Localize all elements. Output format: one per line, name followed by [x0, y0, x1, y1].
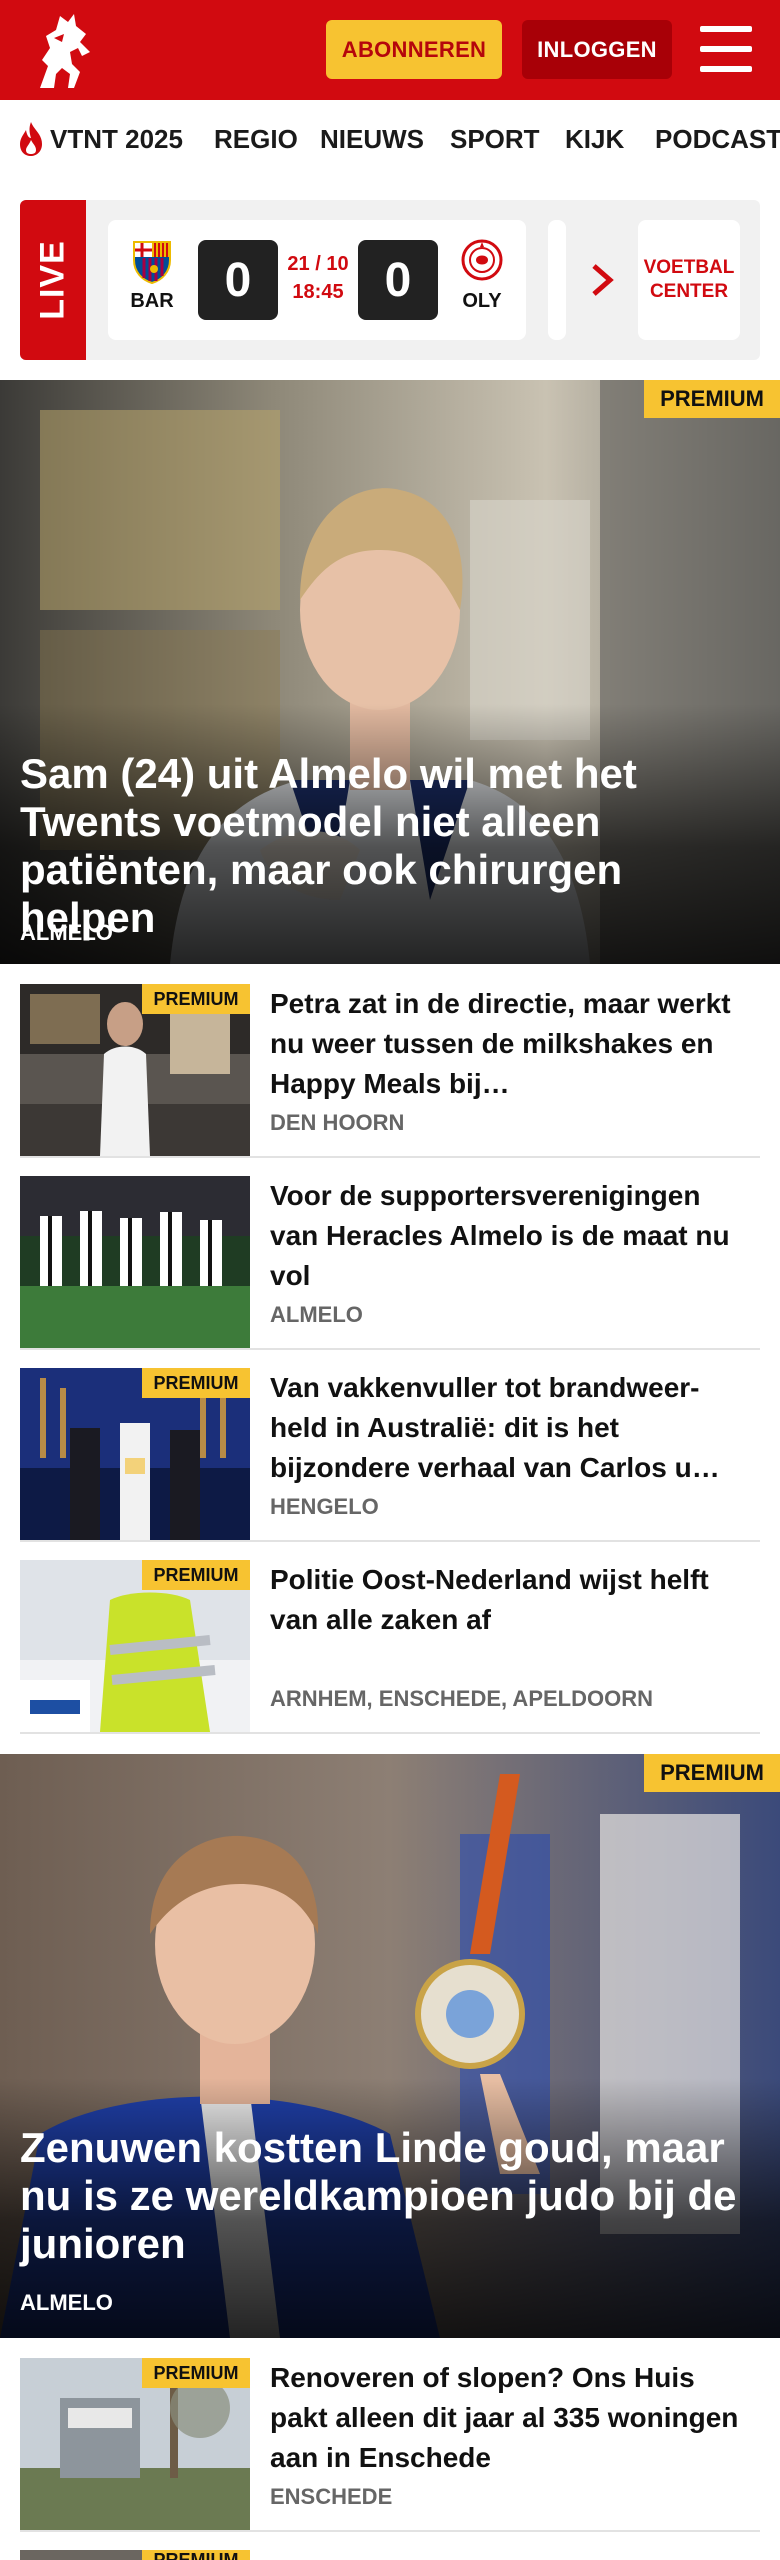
- article-title[interactable]: Politie Oost-Nederland wijst helft van a…: [270, 1560, 750, 1680]
- away-club: OLY: [452, 238, 512, 313]
- article-title[interactable]: Voor de supportersverenigingen van Herac…: [270, 1176, 750, 1296]
- premium-badge: PREMIUM: [142, 1560, 250, 1590]
- nav-item-vtnt[interactable]: VTNT 2025: [50, 124, 183, 155]
- match-card[interactable]: BAR 0 21 / 10 18:45 0 OLY: [108, 220, 526, 340]
- barcelona-crest-icon: [130, 238, 174, 285]
- live-scores-strip: LIVE BAR 0 21 / 10 18:45 0 OLY VOETBAL C…: [20, 200, 760, 360]
- home-score: 0: [198, 240, 278, 320]
- premium-badge: PREMIUM: [142, 1368, 250, 1398]
- article-item[interactable]: PREMIUM Renoveren of slopen? Ons Huis pa…: [20, 2358, 760, 2532]
- hero-article-1[interactable]: PREMIUM Sam (24) uit Almelo wil met het …: [0, 380, 780, 964]
- subscribe-button[interactable]: ABONNEREN: [326, 20, 502, 79]
- premium-badge: PREMIUM: [142, 2550, 250, 2560]
- nav-item-sport[interactable]: SPORT: [450, 124, 540, 155]
- premium-badge: PREMIUM: [142, 984, 250, 1014]
- login-button[interactable]: INLOGGEN: [522, 20, 672, 79]
- hero-article-2[interactable]: PREMIUM Zenuwen kostten Linde goud, maar…: [0, 1754, 780, 2338]
- article-item[interactable]: Voor de supportersverenigingen van Herac…: [20, 1176, 760, 1350]
- flame-icon: [16, 120, 46, 158]
- chevron-right-icon[interactable]: [588, 262, 618, 298]
- article-location: ENSCHEDE: [270, 2484, 393, 2509]
- hero-title[interactable]: Sam (24) uit Almelo wil met het Twents v…: [20, 750, 760, 942]
- article-thumbnail: [20, 1176, 250, 1348]
- away-score: 0: [358, 240, 438, 320]
- article-item[interactable]: PREMIUM Van vakkenvuller tot brandweer-h…: [20, 1368, 760, 1542]
- live-badge: LIVE: [20, 200, 86, 360]
- premium-badge: PREMIUM: [142, 2358, 250, 2388]
- next-match-card[interactable]: [548, 220, 566, 340]
- article-item[interactable]: PREMIUM: [20, 2550, 760, 2560]
- home-club: BAR: [122, 238, 182, 313]
- article-location: ARNHEM, ENSCHEDE, APELDOORN: [270, 1686, 653, 1711]
- article-location: DEN HOORN: [270, 1110, 405, 1135]
- article-item[interactable]: PREMIUM Politie Oost-Nederland wijst hel…: [20, 1560, 760, 1734]
- top-bar: ABONNEREN INLOGGEN: [0, 0, 780, 100]
- main-navigation: VTNT 2025 REGIO NIEUWS SPORT KIJK PODCAS…: [0, 100, 780, 178]
- tubantia-horse-logo[interactable]: [20, 8, 110, 92]
- premium-badge: PREMIUM: [644, 380, 780, 418]
- article-location: ALMELO: [270, 1302, 363, 1327]
- article-title[interactable]: Petra zat in de directie, maar werkt nu …: [270, 984, 750, 1104]
- article-title[interactable]: Renoveren of slopen? Ons Huis pakt allee…: [270, 2358, 750, 2478]
- voetbal-center-link[interactable]: VOETBAL CENTER: [638, 220, 740, 340]
- hero-location: ALMELO: [20, 2290, 113, 2315]
- premium-badge: PREMIUM: [644, 1754, 780, 1792]
- nav-item-regio[interactable]: REGIO: [214, 124, 298, 155]
- match-datetime: 21 / 10 18:45: [287, 253, 349, 303]
- article-title[interactable]: Van vakkenvuller tot brandweer-held in A…: [270, 1368, 750, 1488]
- hero-title[interactable]: Zenuwen kostten Linde goud, maar nu is z…: [20, 2124, 760, 2268]
- nav-item-nieuws[interactable]: NIEUWS: [320, 124, 424, 155]
- nav-item-podcast[interactable]: PODCAST: [655, 124, 780, 155]
- article-location: HENGELO: [270, 1494, 379, 1519]
- menu-icon[interactable]: [700, 24, 752, 74]
- nav-item-kijk[interactable]: KIJK: [565, 124, 624, 155]
- hero-location: ALMELO: [20, 920, 113, 945]
- article-item[interactable]: PREMIUM Petra zat in de directie, maar w…: [20, 984, 760, 1158]
- olympiacos-crest-icon: [460, 238, 504, 284]
